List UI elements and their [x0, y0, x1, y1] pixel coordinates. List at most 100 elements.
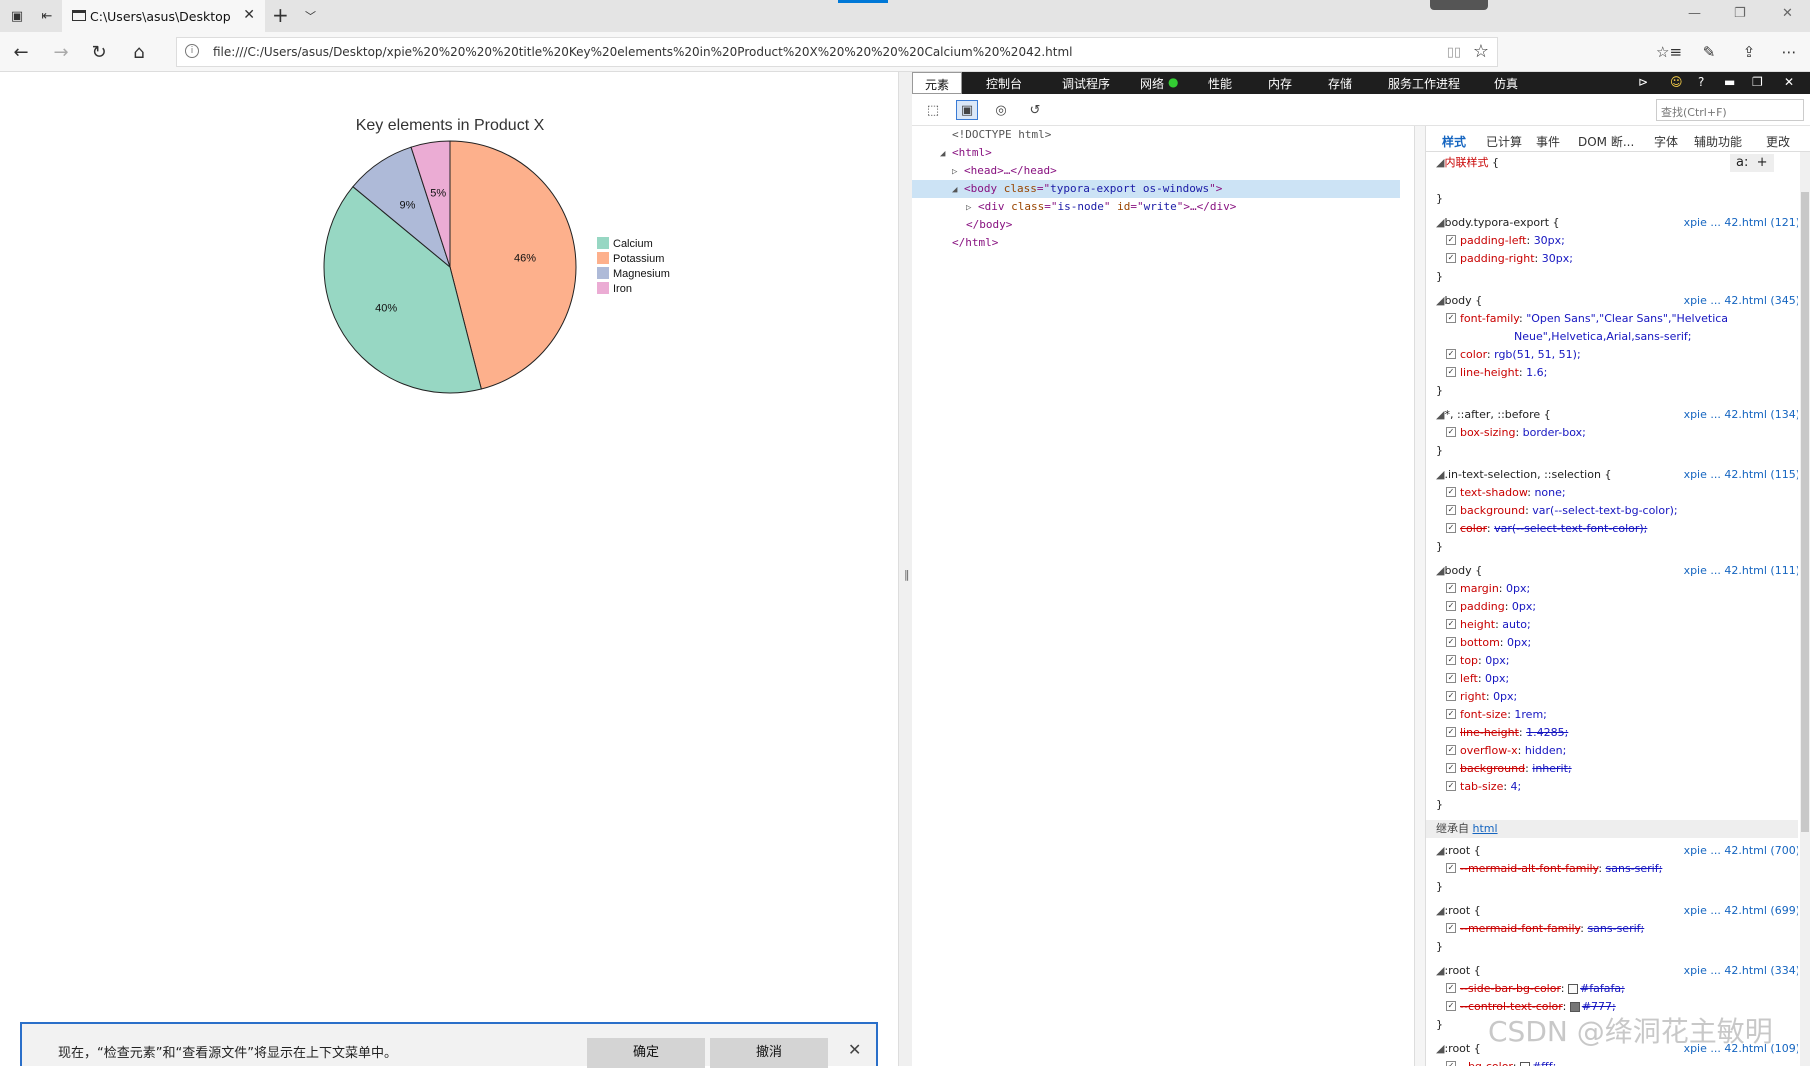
- tab-actions-icon[interactable]: ▣: [4, 4, 30, 28]
- panel-divider[interactable]: ‖: [898, 72, 912, 1066]
- rule-selector[interactable]: ◢.in-text-selection, ::selection {xpie .…: [1436, 466, 1798, 484]
- dom-node-html[interactable]: ◢ <html>: [912, 144, 1400, 162]
- console-toggle-icon[interactable]: ⊳: [1638, 75, 1648, 89]
- set-aside-tabs-icon[interactable]: ⇤: [34, 4, 60, 28]
- address-bar[interactable]: i file:///C:/Users/asus/Desktop/xpie%20%…: [176, 37, 1498, 67]
- style-property[interactable]: ✓ margin: 0px;: [1446, 580, 1530, 598]
- rule-source-link[interactable]: xpie ... 42.html (134): [1684, 406, 1798, 424]
- tab-computed[interactable]: 已计算: [1486, 133, 1522, 150]
- minimize-icon[interactable]: —: [1688, 6, 1701, 21]
- rule-source-link[interactable]: xpie ... 42.html (699): [1684, 902, 1798, 920]
- dom-node-html-close[interactable]: </html>: [912, 234, 1400, 252]
- cancel-button[interactable]: 撤消: [710, 1038, 828, 1068]
- inline-style-header[interactable]: ◢内联样式 {: [1436, 154, 1499, 172]
- forward-icon[interactable]: →: [48, 40, 74, 64]
- tab-console[interactable]: 控制台: [986, 75, 1022, 92]
- style-property[interactable]: ✓ bottom: 0px;: [1446, 634, 1531, 652]
- browser-tab[interactable]: C:\Users\asus\Desktop\ ✕: [62, 0, 265, 32]
- tab-fonts[interactable]: 字体: [1654, 133, 1678, 150]
- highlight-icon[interactable]: ▣: [956, 100, 978, 120]
- tab-changes[interactable]: 更改: [1766, 133, 1790, 150]
- style-property[interactable]: ✓ right: 0px;: [1446, 688, 1517, 706]
- tab-events[interactable]: 事件: [1536, 133, 1560, 150]
- tab-dom-breakpoints[interactable]: DOM 断...: [1578, 133, 1634, 150]
- tab-elements[interactable]: 元素: [912, 72, 963, 94]
- style-property[interactable]: ✓ font-size: 1rem;: [1446, 706, 1547, 724]
- favorite-star-icon[interactable]: ☆: [1473, 41, 1489, 62]
- restore-icon[interactable]: ❐: [1734, 6, 1746, 21]
- tab-debugger[interactable]: 调试程序: [1062, 75, 1110, 92]
- root-rule-selector[interactable]: ◢:root {xpie ... 42.html (334): [1436, 962, 1798, 980]
- tab-service-workers[interactable]: 服务工作进程: [1388, 75, 1460, 92]
- style-property[interactable]: ✓ overflow-x: hidden;: [1446, 742, 1566, 760]
- scrollbar-thumb[interactable]: [1801, 192, 1809, 832]
- style-property[interactable]: ✓ background: inherit;: [1446, 760, 1572, 778]
- style-property[interactable]: ✓ tab-size: 4;: [1446, 778, 1521, 796]
- new-tab-icon[interactable]: +: [272, 3, 289, 27]
- select-element-icon[interactable]: ⬚: [922, 100, 944, 120]
- style-property[interactable]: ✓ text-shadow: none;: [1446, 484, 1566, 502]
- rule-source-link[interactable]: xpie ... 42.html (334): [1684, 962, 1798, 980]
- color-picker-icon[interactable]: ◎: [990, 100, 1012, 120]
- back-icon[interactable]: ←: [8, 40, 34, 64]
- close-tab-icon[interactable]: ✕: [243, 7, 255, 23]
- close-notification-icon[interactable]: ✕: [848, 1040, 861, 1059]
- rule-source-link[interactable]: xpie ... 42.html (121): [1684, 214, 1798, 232]
- add-rule-icon[interactable]: a: +: [1730, 154, 1774, 172]
- rule-source-link[interactable]: xpie ... 42.html (111): [1684, 562, 1798, 580]
- root-style-property[interactable]: ✓ --side-bar-bg-color: #fafafa;: [1446, 980, 1625, 998]
- tab-emulation[interactable]: 仿真: [1494, 75, 1518, 92]
- tab-styles[interactable]: 样式: [1442, 133, 1466, 150]
- style-property[interactable]: ✓ padding: 0px;: [1446, 598, 1536, 616]
- tab-storage[interactable]: 存储: [1328, 75, 1352, 92]
- style-property[interactable]: ✓ color: var(--select-text-font-color);: [1446, 520, 1647, 538]
- dom-node-body-close[interactable]: </body>: [912, 216, 1400, 234]
- more-icon[interactable]: ⋯: [1776, 40, 1802, 64]
- info-icon[interactable]: i: [185, 44, 199, 58]
- root-rule-selector[interactable]: ◢:root {xpie ... 42.html (700): [1436, 842, 1798, 860]
- refresh-icon[interactable]: ↻: [86, 40, 112, 64]
- close-devtools-icon[interactable]: ✕: [1784, 75, 1794, 89]
- ok-button[interactable]: 确定: [587, 1038, 705, 1068]
- tab-performance[interactable]: 性能: [1208, 75, 1232, 92]
- rule-source-link[interactable]: xpie ... 42.html (700): [1684, 842, 1798, 860]
- rule-selector[interactable]: ◢body {xpie ... 42.html (111): [1436, 562, 1798, 580]
- rule-selector[interactable]: ◢body.typora-export {xpie ... 42.html (1…: [1436, 214, 1798, 232]
- rule-selector[interactable]: ◢*, ::after, ::before {xpie ... 42.html …: [1436, 406, 1798, 424]
- tab-accessibility[interactable]: 辅助功能: [1694, 133, 1742, 150]
- dom-node-head[interactable]: ▷ <head>…</head>: [912, 162, 1400, 180]
- rule-selector[interactable]: ◢body {xpie ... 42.html (345): [1436, 292, 1798, 310]
- url-text[interactable]: file:///C:/Users/asus/Desktop/xpie%20%20…: [213, 45, 1073, 59]
- style-property[interactable]: ✓ top: 0px;: [1446, 652, 1509, 670]
- style-property[interactable]: ✓ left: 0px;: [1446, 670, 1509, 688]
- feedback-icon[interactable]: ☺: [1670, 75, 1683, 89]
- rule-source-link[interactable]: xpie ... 42.html (115): [1684, 466, 1798, 484]
- reading-view-icon[interactable]: ▯▯: [1447, 45, 1461, 60]
- panel-splitter[interactable]: [1414, 126, 1426, 1066]
- root-style-property[interactable]: ✓ --mermaid-alt-font-family: sans-serif;: [1446, 860, 1662, 878]
- help-icon[interactable]: ?: [1698, 75, 1704, 89]
- undock-icon[interactable]: ❐: [1752, 75, 1763, 89]
- style-property[interactable]: ✓ color: rgb(51, 51, 51);: [1446, 346, 1581, 364]
- dom-node-doctype[interactable]: <!DOCTYPE html>: [912, 126, 1400, 144]
- share-icon[interactable]: ⇪: [1736, 40, 1762, 64]
- close-window-icon[interactable]: ✕: [1782, 6, 1793, 21]
- style-property[interactable]: ✓ background: var(--select-text-bg-color)…: [1446, 502, 1678, 520]
- style-property[interactable]: ✓ font-family: "Open Sans","Clear Sans","…: [1446, 310, 1728, 328]
- tab-memory[interactable]: 内存: [1268, 75, 1292, 92]
- resize-grip-icon[interactable]: ‖: [904, 568, 910, 581]
- dom-search-input[interactable]: 查找(Ctrl+F): [1656, 99, 1804, 121]
- root-style-property[interactable]: ✓ --mermaid-font-family: sans-serif;: [1446, 920, 1644, 938]
- favorites-icon[interactable]: ☆≡: [1656, 40, 1682, 64]
- root-rule-selector[interactable]: ◢:root {xpie ... 42.html (699): [1436, 902, 1798, 920]
- rule-source-link[interactable]: xpie ... 42.html (345): [1684, 292, 1798, 310]
- styles-scrollbar[interactable]: [1800, 152, 1810, 1066]
- home-icon[interactable]: ⌂: [126, 40, 152, 64]
- dock-icon[interactable]: ▬: [1724, 75, 1735, 89]
- style-property[interactable]: ✓ padding-right: 30px;: [1446, 250, 1573, 268]
- chevron-down-icon[interactable]: ﹀: [305, 8, 316, 24]
- root-style-property[interactable]: ✓--bg-color: #fff;: [1446, 1058, 1556, 1066]
- style-property[interactable]: ✓ box-sizing: border-box;: [1446, 424, 1586, 442]
- style-property[interactable]: ✓ line-height: 1.6;: [1446, 364, 1547, 382]
- dom-node-body[interactable]: ◢ <body class="typora-export os-windows">: [912, 180, 1400, 198]
